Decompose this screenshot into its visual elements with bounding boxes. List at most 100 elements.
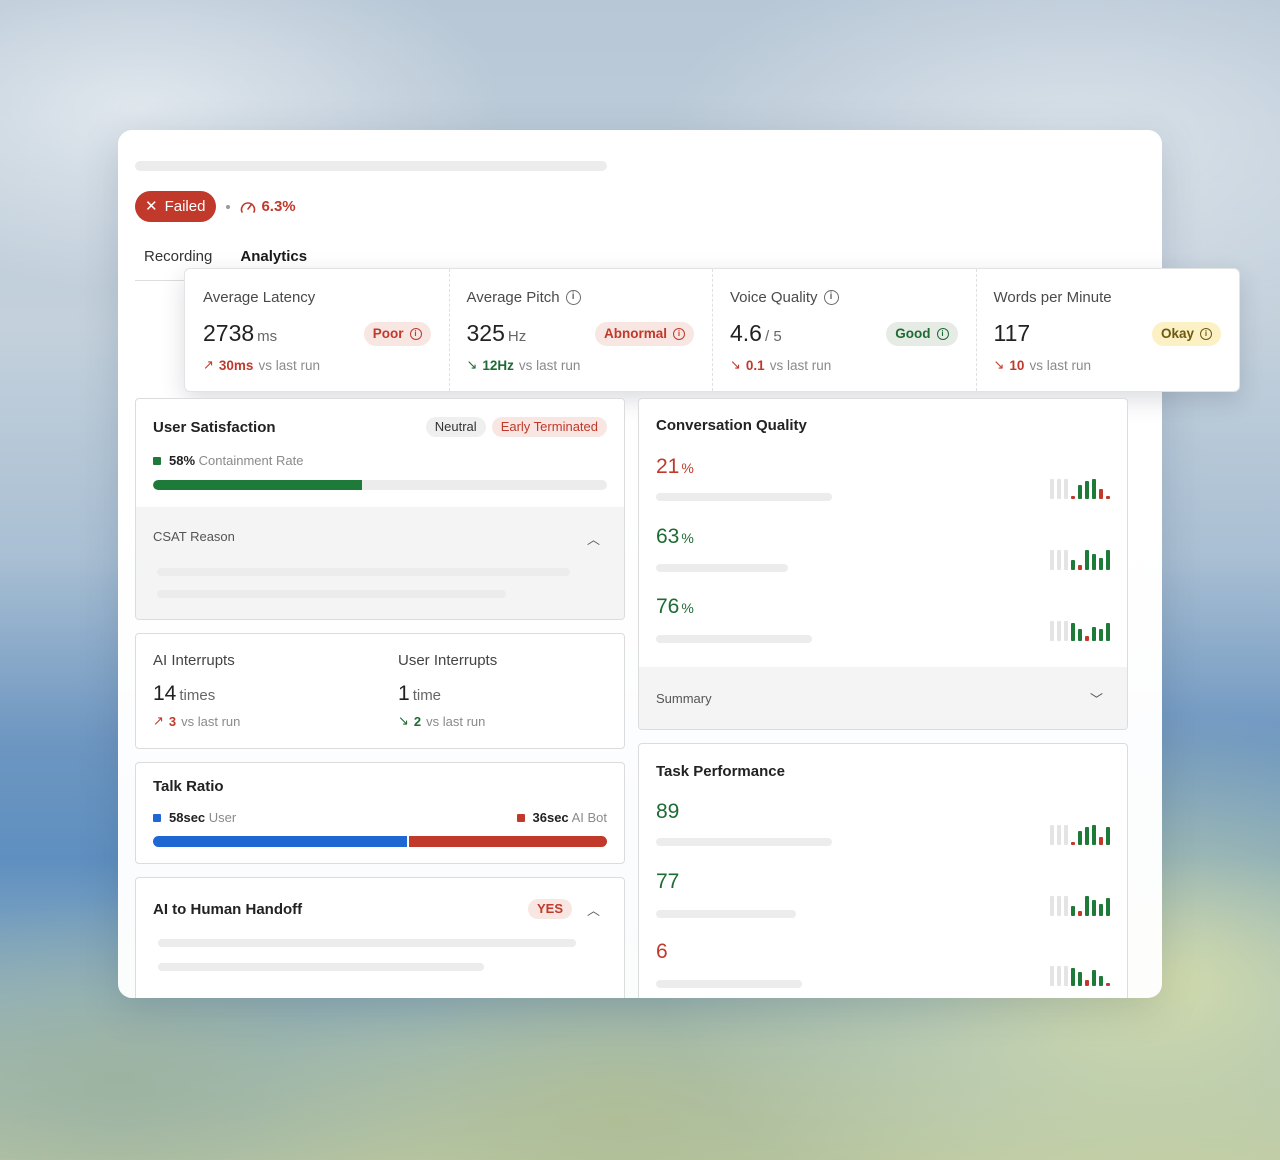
interrupts-panel: AI Interrupts 14 times ↗ 3 vs last run Us…: [135, 633, 625, 749]
metric-average-pitch: Average Pitch i 325 Hz Abnormal i ↘ 12Hz vs…: [448, 269, 713, 391]
info-icon: i: [1200, 327, 1212, 340]
talk-ratio-panel: Talk Ratio 58sec User 36sec AI Bot: [135, 762, 625, 864]
metric-title: Voice Quality: [730, 289, 818, 306]
text-skeleton: [158, 963, 484, 971]
metric-value: 4.6: [730, 320, 762, 346]
metric-average-latency: Average Latency 2738 ms Poor i ↗ 30ms vs l…: [185, 269, 449, 391]
quality-unit: %: [681, 460, 694, 476]
trend-down-icon: ↘: [398, 713, 409, 728]
legend-bot: 36sec AI Bot: [516, 810, 607, 825]
user-talk-label: User: [208, 810, 237, 825]
quality-unit: %: [681, 530, 694, 546]
trend-down-icon: ↘: [466, 357, 478, 372]
status-row: ✕ Failed 6.3%: [135, 191, 296, 222]
metric-words-per-minute: Words per Minute 117 Okay i ↘ 10 vs last …: [975, 269, 1240, 391]
text-skeleton: [656, 493, 832, 501]
bot-talk-label: AI Bot: [571, 810, 607, 825]
text-skeleton: [656, 838, 832, 846]
delta-value: 3: [168, 713, 177, 729]
score-value: 6.3%: [261, 198, 296, 215]
info-icon: i: [409, 327, 422, 340]
metric-value: 117: [993, 320, 1031, 346]
delta-note: vs last run: [518, 357, 581, 373]
tabs: Recording Analytics: [144, 248, 307, 265]
handoff-value: YES: [527, 899, 572, 919]
quality-row: 76%: [656, 595, 1110, 655]
sparkline: [1050, 966, 1110, 986]
quality-row: 21%: [656, 455, 1110, 515]
sparkline: [1050, 896, 1110, 916]
status-badge[interactable]: Abnormal i: [594, 321, 694, 346]
text-skeleton: [157, 568, 570, 576]
info-icon[interactable]: i: [823, 290, 839, 305]
text-skeleton: [656, 910, 796, 918]
metric-title: Average Pitch: [466, 289, 560, 306]
badge-label: Okay: [1160, 326, 1194, 341]
quality-value: 76: [656, 595, 680, 618]
delta-note: vs last run: [258, 357, 320, 373]
text-skeleton: [656, 635, 812, 643]
status-badge[interactable]: Poor i: [363, 321, 431, 346]
sparkline: [1050, 479, 1110, 499]
card-edge: [118, 998, 1162, 1038]
csat-section[interactable]: CSAT Reason ︿: [136, 507, 624, 619]
legend-swatch: [516, 813, 525, 822]
info-icon: i: [673, 327, 685, 340]
metric-title: Average Latency: [203, 289, 316, 306]
user-interrupts: User Interrupts 1 time ↘ 2 vs last run: [398, 652, 497, 729]
interrupt-value: 1: [398, 682, 410, 705]
quality-unit: %: [681, 600, 694, 616]
badge-label: Poor: [372, 326, 404, 341]
dot-separator: [226, 204, 231, 209]
metric-value: 2738: [203, 320, 255, 346]
chevron-up-icon[interactable]: ︿: [587, 900, 600, 919]
chevron-up-icon[interactable]: ︿: [587, 529, 600, 548]
sparkline: [1050, 621, 1110, 641]
tab-recording[interactable]: Recording: [144, 248, 212, 265]
status-badge[interactable]: Okay i: [1151, 321, 1221, 346]
containment-value: 58%: [169, 453, 196, 468]
containment-label: Containment Rate: [198, 453, 304, 468]
tag-early-terminated: Early Terminated: [491, 417, 607, 437]
status-badge[interactable]: Good i: [886, 321, 958, 346]
talk-ratio-user-segment: [153, 836, 408, 847]
chevron-down-icon[interactable]: ﹀: [1090, 689, 1103, 708]
delta-value: 0.1: [745, 357, 765, 373]
user-talk-value: 58sec: [169, 810, 206, 825]
conversation-quality-panel: Conversation Quality 21% 63% 76% Summary…: [638, 398, 1128, 730]
ai-interrupts: AI Interrupts 14 times ↗ 3 vs last run: [153, 652, 240, 729]
text-skeleton: [157, 590, 506, 598]
delta-value: 12Hz: [482, 357, 514, 373]
performance-value: 77: [656, 870, 680, 893]
quality-row: 63%: [656, 525, 1110, 585]
summary-section[interactable]: Summary ﹀: [639, 667, 1127, 729]
delta-note: vs last run: [181, 713, 241, 729]
metric-unit: ms: [257, 328, 278, 345]
sparkline: [1050, 825, 1110, 845]
info-icon[interactable]: i: [565, 290, 581, 305]
text-skeleton: [158, 939, 576, 947]
tab-analytics[interactable]: Analytics: [240, 248, 307, 265]
info-icon: i: [936, 327, 949, 340]
gauge-icon: [241, 201, 256, 213]
trend-up-icon: ↗: [153, 713, 164, 728]
legend-swatch: [153, 813, 161, 822]
sparkline: [1050, 550, 1110, 570]
csat-label: CSAT Reason: [153, 529, 235, 544]
interrupt-unit: times: [179, 687, 216, 704]
title-skeleton: [135, 161, 607, 171]
talk-ratio-bot-segment: [409, 836, 607, 847]
metric-unit: / 5: [764, 328, 782, 345]
failed-label: Failed: [164, 198, 206, 215]
performance-row: 89: [656, 800, 1110, 860]
delta-note: vs last run: [426, 713, 486, 729]
trend-down-icon: ↘: [993, 357, 1005, 372]
tag-neutral: Neutral: [425, 417, 486, 437]
performance-row: 6: [656, 940, 1110, 998]
legend-user: 58sec User: [153, 810, 236, 825]
delta-value: 10: [1009, 357, 1025, 373]
panel-title: Task Performance: [656, 763, 785, 780]
failed-badge[interactable]: ✕ Failed: [135, 191, 217, 222]
performance-value: 89: [656, 800, 680, 823]
score-indicator: 6.3%: [240, 198, 296, 215]
